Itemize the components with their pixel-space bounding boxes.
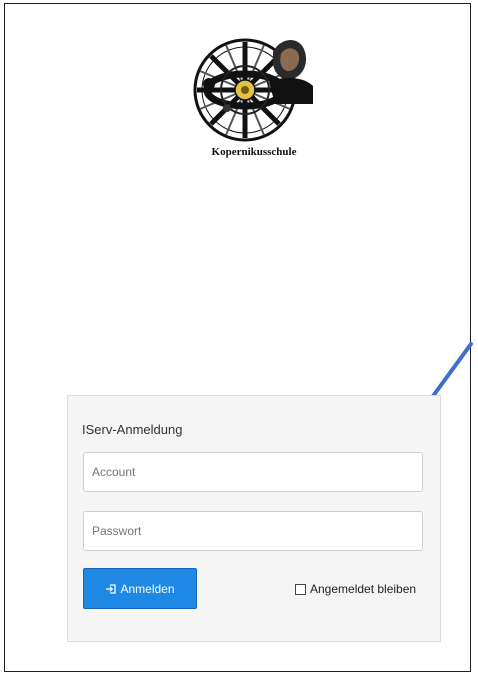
login-title: IServ-Anmeldung xyxy=(82,422,183,437)
login-panel: IServ-Anmeldung Anmelden Angemeldet blei… xyxy=(67,395,441,642)
page-frame: Kopernikusschule IServ-Anmeldung Anmelde… xyxy=(4,3,473,672)
account-input[interactable] xyxy=(83,452,423,492)
password-input[interactable] xyxy=(83,511,423,551)
login-button-label: Anmelden xyxy=(120,581,175,596)
school-name: Kopernikusschule xyxy=(211,146,297,158)
remember-label: Angemeldet bleiben xyxy=(310,582,417,596)
login-button[interactable]: Anmelden xyxy=(83,568,197,609)
sign-in-icon xyxy=(106,583,117,594)
remember-checkbox[interactable] xyxy=(295,583,306,595)
school-logo: Kopernikusschule xyxy=(189,22,319,172)
school-emblem-icon xyxy=(193,38,313,142)
remember-me-toggle[interactable]: Angemeldet bleiben xyxy=(295,582,416,596)
